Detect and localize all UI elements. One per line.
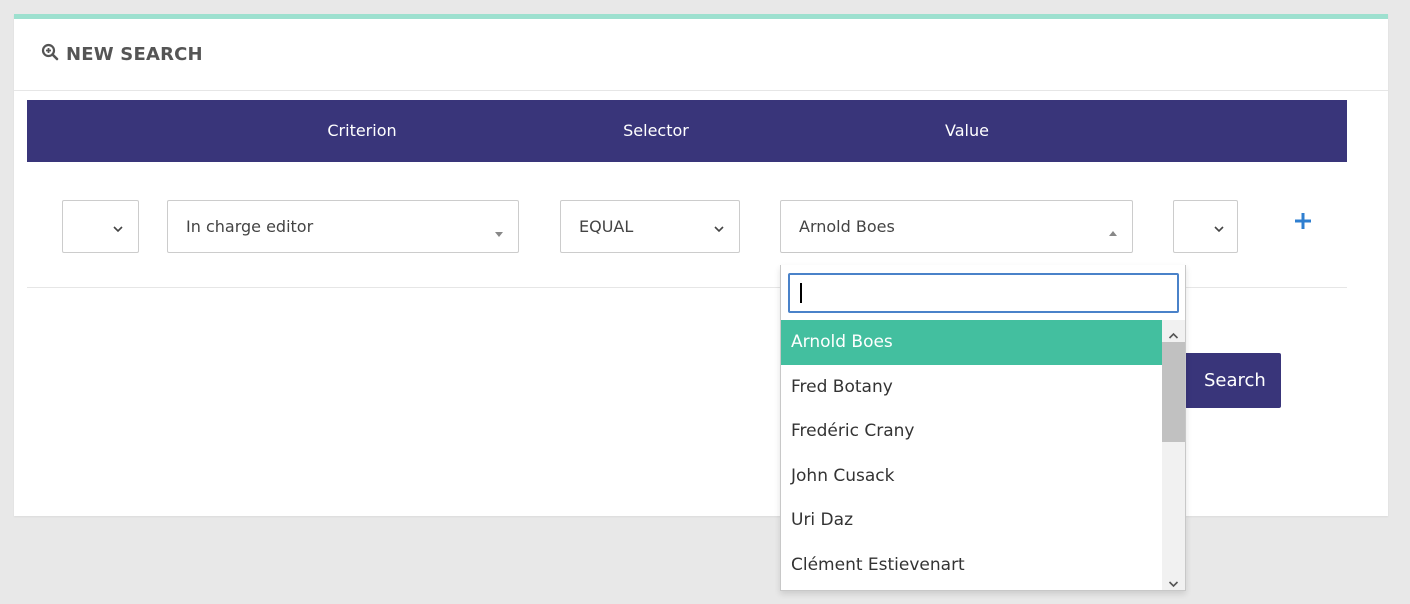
scrollbar-thumb[interactable] [1162,342,1185,442]
criterion-select-value: In charge editor [186,217,314,236]
search-button-label: Search [1204,370,1266,391]
value-select-value: Arnold Boes [799,217,895,236]
chevron-down-icon [1213,220,1225,239]
dropdown-options-list: Arnold Boes Fred Botany Fredéric Crany J… [781,320,1162,590]
caret-up-icon [1108,223,1118,242]
dropdown-scrollbar[interactable] [1162,320,1185,590]
selector-select[interactable]: EQUAL [560,200,740,253]
value-dropdown: Arnold Boes Fred Botany Fredéric Crany J… [780,265,1186,591]
header-value: Value [945,121,989,140]
dropdown-search-field[interactable] [788,273,1179,313]
plus-icon [1290,213,1316,238]
selector-select-value: EQUAL [579,217,634,236]
header-criterion: Criterion [327,121,397,140]
value-select[interactable]: Arnold Boes [780,200,1133,253]
dropdown-search-input[interactable] [790,275,1177,311]
criterion-select[interactable]: In charge editor [167,200,519,253]
dropdown-option[interactable]: Uri Daz [781,498,1162,543]
dropdown-option[interactable]: John Cusack [781,454,1162,499]
caret-down-icon [494,223,504,242]
header-selector: Selector [623,121,689,140]
dropdown-option[interactable]: Arnold Boes [781,320,1162,365]
zoom-in-icon [41,43,66,66]
chevron-down-icon [112,220,124,239]
dropdown-option[interactable]: Fredéric Crany [781,409,1162,454]
panel-title: NEW SEARCH [41,43,203,66]
criteria-table-header: Criterion Selector Value [27,100,1347,162]
dropdown-option[interactable]: Fred Botany [781,365,1162,410]
dropdown-option[interactable]: Clément Estievenart [781,543,1162,588]
logic-operator-select[interactable] [62,200,139,253]
chevron-down-icon [713,220,725,239]
add-criterion-button[interactable] [1290,208,1316,234]
panel-header: NEW SEARCH [14,19,1388,91]
text-cursor [800,283,802,303]
scroll-down-icon[interactable] [1168,574,1179,593]
trailing-operator-select[interactable] [1173,200,1238,253]
panel-title-text: NEW SEARCH [66,44,203,65]
